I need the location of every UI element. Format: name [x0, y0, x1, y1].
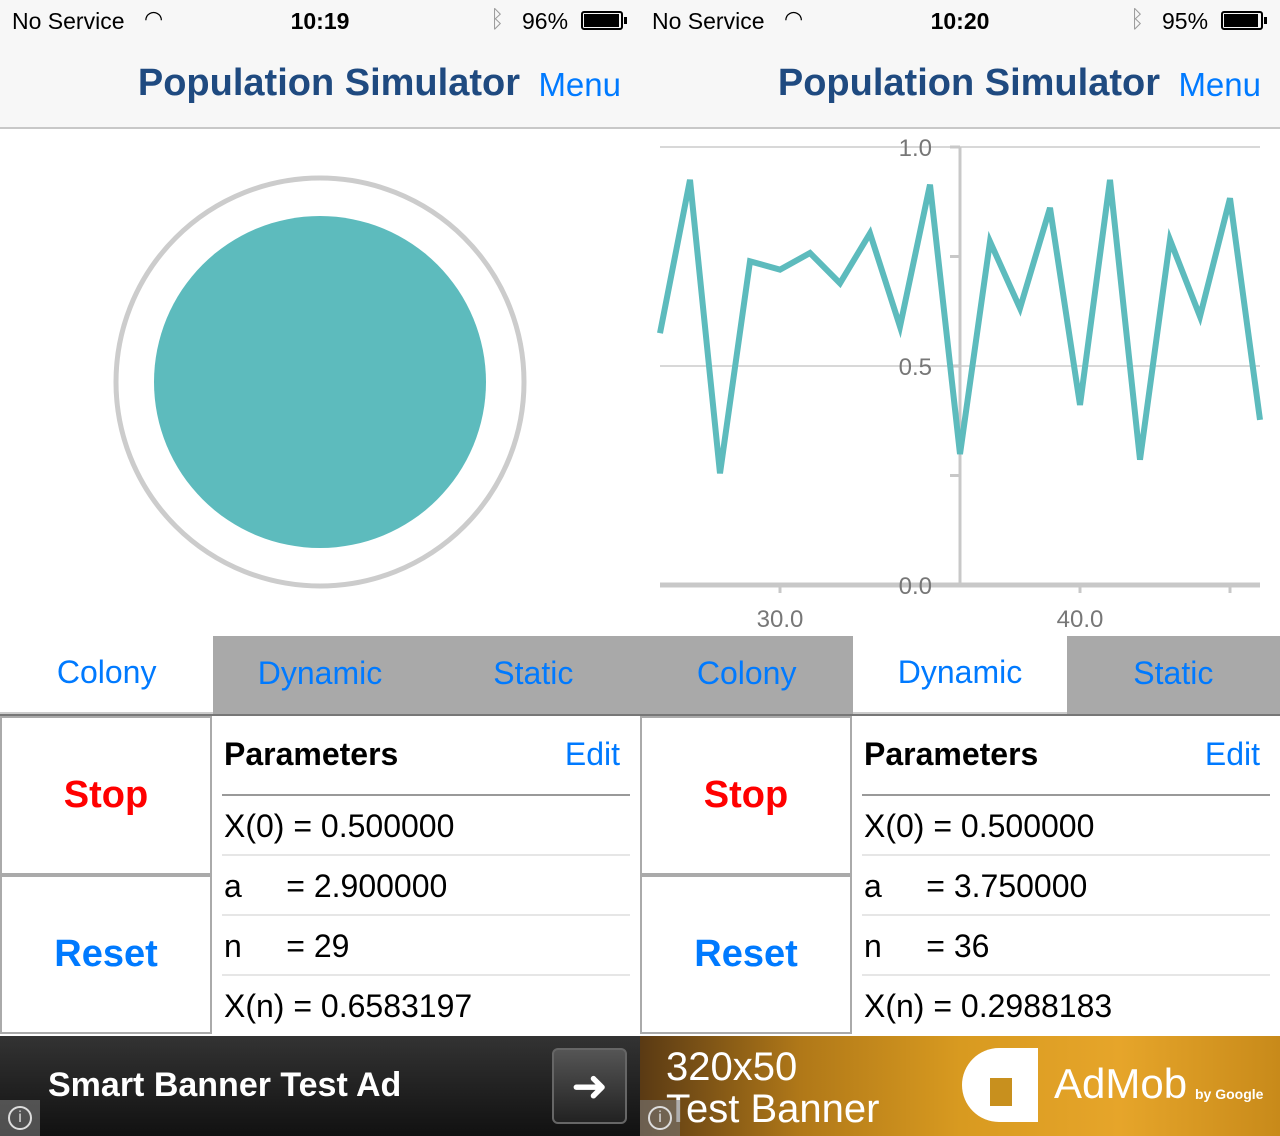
- info-icon[interactable]: i: [640, 1100, 680, 1136]
- page-title: Population Simulator: [777, 62, 1160, 104]
- parameter-row: X(n) = 0.6583197: [224, 988, 473, 1024]
- edit-button[interactable]: Edit: [1205, 736, 1260, 773]
- carrier-label: No Service: [652, 8, 765, 34]
- carrier-label: No Service: [12, 8, 125, 34]
- colony-circle-graphic: [113, 175, 527, 589]
- battery-percent: 96%: [522, 8, 569, 34]
- tab-dynamic[interactable]: Dynamic: [853, 636, 1067, 714]
- wifi-icon: ◠: [144, 6, 164, 31]
- parameters-panel: Parameters Edit X(0) = 0.500000 a = 3.75000…: [852, 716, 1280, 1036]
- ad-brand: AdMob: [1054, 1060, 1188, 1107]
- colony-population-disc: [154, 216, 486, 548]
- parameter-row: a = 2.900000: [222, 856, 630, 916]
- tab-static[interactable]: Static: [1066, 636, 1280, 714]
- reset-button[interactable]: Reset: [0, 875, 212, 1034]
- page-title: Population Simulator: [137, 62, 520, 104]
- bluetooth-icon: ᛒ: [490, 6, 505, 33]
- navigation-bar: Population Simulator Menu: [0, 42, 640, 129]
- tab-dynamic[interactable]: Dynamic: [213, 636, 427, 714]
- parameter-row: X(0) = 0.500000: [222, 796, 630, 856]
- menu-button[interactable]: Menu: [538, 66, 621, 104]
- x-tick-label: 40.0: [1057, 606, 1104, 633]
- tab-bar: Colony Dynamic Static: [0, 636, 640, 716]
- arrow-right-icon[interactable]: ➜: [552, 1048, 627, 1124]
- tab-bar: Colony Dynamic Static: [640, 636, 1280, 716]
- status-bar: No Service ◠ 10:20 ᛒ 95%: [640, 0, 1280, 42]
- tab-colony[interactable]: Colony: [0, 636, 214, 714]
- tab-colony[interactable]: Colony: [640, 636, 854, 714]
- simulation-controls: Stop Reset: [640, 716, 852, 1036]
- bluetooth-icon: ᛒ: [1130, 6, 1145, 33]
- info-icon[interactable]: i: [0, 1100, 40, 1136]
- battery-percent: 95%: [1162, 8, 1209, 34]
- phone-screen: No Service ◠ 10:19 ᛒ 96% Population Simulator…: [0, 0, 640, 1136]
- parameter-row: a = 3.750000: [862, 856, 1270, 916]
- y-tick-label: 0.5: [899, 354, 932, 381]
- ad-line-1: 320x50: [666, 1045, 798, 1089]
- wifi-icon: ◠: [784, 6, 804, 31]
- ad-brand-by: by Google: [1195, 1086, 1264, 1102]
- colony-view: [0, 129, 640, 636]
- edit-button[interactable]: Edit: [565, 736, 620, 773]
- menu-button[interactable]: Menu: [1178, 66, 1261, 104]
- simulation-controls: Stop Reset: [0, 716, 212, 1036]
- reset-button[interactable]: Reset: [640, 875, 852, 1034]
- population-line-chart: 0.0 0.5 1.0 30.0 40.0: [657, 135, 1263, 633]
- y-tick-label: 0.0: [899, 573, 932, 600]
- ad-banner[interactable]: 320x50 Test Banner AdMob by Google i: [640, 1036, 1280, 1136]
- y-tick-label: 1.0: [899, 135, 932, 162]
- parameters-header: Parameters: [864, 736, 1039, 772]
- parameter-row: X(0) = 0.500000: [862, 796, 1270, 856]
- parameter-row: n = 36: [862, 916, 1270, 976]
- parameters-panel: Parameters Edit X(0) = 0.500000 a = 2.90000…: [212, 716, 640, 1036]
- ad-banner[interactable]: Smart Banner Test Ad ➜ i: [0, 1036, 640, 1136]
- navigation-bar: Population Simulator Menu: [640, 42, 1280, 129]
- phone-screen: No Service ◠ 10:20 ᛒ 95% Population Simulator…: [640, 0, 1280, 1136]
- parameter-row: X(n) = 0.2988183: [864, 988, 1113, 1024]
- status-bar: No Service ◠ 10:19 ᛒ 96%: [0, 0, 640, 42]
- stop-button[interactable]: Stop: [640, 716, 852, 875]
- stop-button[interactable]: Stop: [0, 716, 212, 875]
- ad-text: Smart Banner Test Ad: [48, 1066, 402, 1104]
- parameter-row: n = 29: [222, 916, 630, 976]
- x-tick-label: 30.0: [757, 606, 804, 633]
- dynamic-chart: 0.0 0.5 1.0 30.0 40.0: [640, 129, 1280, 636]
- tab-static[interactable]: Static: [426, 636, 640, 714]
- ad-line-2: Test Banner: [666, 1087, 880, 1131]
- battery-icon: [1221, 11, 1267, 30]
- battery-icon: [581, 11, 627, 30]
- parameters-header: Parameters: [224, 736, 399, 772]
- admob-logo: [962, 1048, 1038, 1122]
- ad-text: 320x50 Test Banner: [666, 1046, 879, 1130]
